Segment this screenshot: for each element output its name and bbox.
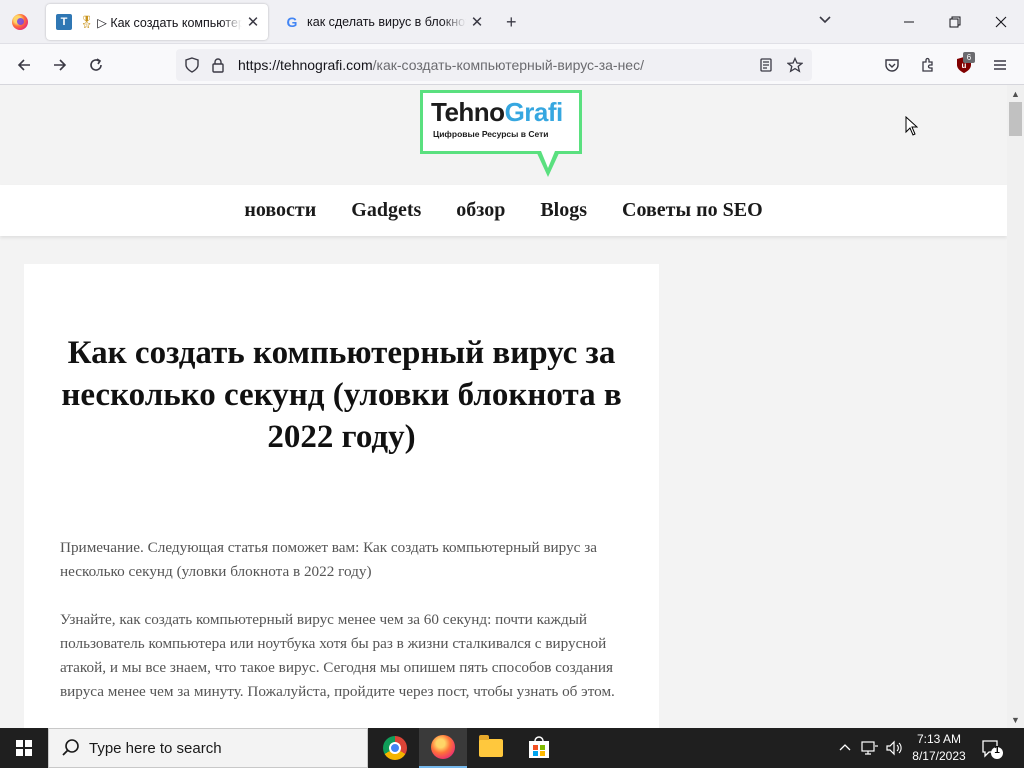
close-tab-icon[interactable]: ✕ <box>242 13 264 31</box>
nav-link-blogs[interactable]: Blogs <box>540 199 587 222</box>
firefox-view-button[interactable] <box>6 9 34 35</box>
taskbar-app-chrome[interactable] <box>371 728 419 768</box>
taskbar-app-firefox[interactable] <box>419 728 467 768</box>
tehnografi-favicon-icon: T <box>56 14 72 30</box>
page-scrollbar[interactable]: ▲ ▼ <box>1007 85 1024 728</box>
close-tab-icon[interactable]: ✕ <box>466 13 488 31</box>
network-tray-button[interactable] <box>861 728 879 768</box>
tab-strip: T 🎖 ▷ Как создать компьютерный вирус ✕ G… <box>0 0 1024 44</box>
lock-icon[interactable] <box>208 55 228 75</box>
url-host: https://tehnografi.com <box>238 57 373 73</box>
windows-logo-icon <box>16 740 32 756</box>
mouse-cursor-icon <box>905 116 918 136</box>
url-text[interactable]: https://tehnografi.com/как-создать-компь… <box>238 57 644 73</box>
taskbar: Type here to search 7:13 AM 8/17/2023 1 <box>0 728 1024 768</box>
taskbar-app-store[interactable] <box>515 728 563 768</box>
nav-link-news[interactable]: новости <box>244 199 316 222</box>
speaker-icon <box>886 740 902 756</box>
taskbar-app-file-explorer[interactable] <box>467 728 515 768</box>
clock-time: 7:13 AM <box>916 732 962 746</box>
tab-title: как сделать вирус в блокноте <box>307 15 466 29</box>
page-content: TehnoGrafi Цифровые Ресурсы в Сети новос… <box>0 85 1007 728</box>
logo-part2: Grafi <box>504 97 564 127</box>
forward-button[interactable] <box>46 51 74 79</box>
back-button[interactable] <box>10 51 38 79</box>
tab-title: ▷ Как создать компьютерный вирус <box>97 15 242 30</box>
tab-inactive[interactable]: G как сделать вирус в блокноте ✕ <box>274 4 492 40</box>
article-paragraph: Узнайте, как создать компьютерный вирус … <box>60 611 615 700</box>
site-header: TehnoGrafi Цифровые Ресурсы в Сети <box>0 85 1007 185</box>
forward-arrow-icon <box>54 59 67 71</box>
logo-text: TehnoGrafi <box>431 97 563 128</box>
network-icon <box>861 741 878 755</box>
hamburger-menu-icon <box>994 60 1006 70</box>
article-card: Как создать компьютерный вирус за нескол… <box>24 264 659 728</box>
bookmark-star-icon[interactable] <box>785 55 805 75</box>
extension-badge: 6 <box>963 52 975 63</box>
pocket-button[interactable] <box>878 51 906 79</box>
new-tab-button[interactable]: + <box>506 10 517 34</box>
logo-speech-tail-inner <box>541 151 555 168</box>
navigation-toolbar: https://tehnografi.com/как-создать-компь… <box>0 44 1024 85</box>
firefox-icon <box>12 14 28 30</box>
chrome-icon <box>383 736 407 760</box>
close-window-button[interactable] <box>978 0 1024 44</box>
tracking-protection-shield-icon[interactable] <box>182 55 202 75</box>
back-arrow-icon <box>17 59 30 71</box>
action-center-button[interactable]: 1 <box>978 736 1008 762</box>
minimize-button[interactable] <box>886 0 932 44</box>
url-path: /как-создать-компьютерный-вирус-за-нес/ <box>372 57 644 73</box>
volume-tray-button[interactable] <box>885 728 903 768</box>
file-explorer-icon <box>479 735 503 757</box>
taskbar-clock[interactable]: 7:13 AM 8/17/2023 <box>906 731 972 765</box>
clock-date: 8/17/2023 <box>912 749 966 763</box>
scroll-up-arrow-icon[interactable]: ▲ <box>1007 85 1024 102</box>
logo-tagline: Цифровые Ресурсы в Сети <box>433 129 549 139</box>
scroll-thumb[interactable] <box>1009 102 1022 136</box>
google-favicon-icon: G <box>286 14 298 30</box>
search-icon <box>62 739 79 756</box>
store-icon <box>529 736 549 758</box>
site-navigation: новости Gadgets обзор Blogs Советы по SE… <box>0 185 1007 236</box>
taskbar-search-box[interactable]: Type here to search <box>48 728 368 768</box>
search-placeholder: Type here to search <box>89 740 222 757</box>
reader-view-icon[interactable] <box>756 55 776 75</box>
notification-count: 1 <box>994 745 1000 756</box>
url-bar[interactable]: https://tehnografi.com/как-создать-компь… <box>176 49 812 81</box>
start-button[interactable] <box>0 728 48 768</box>
show-hidden-icons-button[interactable] <box>838 728 852 768</box>
reload-button[interactable] <box>82 51 110 79</box>
restore-button[interactable] <box>932 0 978 44</box>
pocket-icon <box>885 59 899 72</box>
nav-link-gadgets[interactable]: Gadgets <box>351 199 421 222</box>
site-logo[interactable]: TehnoGrafi Цифровые Ресурсы в Сети <box>420 90 582 154</box>
tab-active[interactable]: T 🎖 ▷ Как создать компьютерный вирус ✕ <box>46 4 268 40</box>
logo-part1: Tehno <box>431 97 505 127</box>
nav-link-review[interactable]: обзор <box>456 199 505 222</box>
chevron-up-icon <box>839 744 851 751</box>
list-all-tabs-icon[interactable] <box>818 8 832 32</box>
nav-link-seo-tips[interactable]: Советы по SEO <box>622 199 763 222</box>
scroll-down-arrow-icon[interactable]: ▼ <box>1007 711 1024 728</box>
firefox-icon <box>431 735 455 759</box>
reload-icon <box>90 58 102 71</box>
extensions-button[interactable] <box>914 51 942 79</box>
medal-icon: 🎖 <box>79 15 95 29</box>
article-title: Как создать компьютерный вирус за нескол… <box>61 335 622 455</box>
article-paragraph: Примечание. Следующая статья поможет вам… <box>60 539 597 580</box>
puzzle-icon <box>922 57 933 72</box>
app-menu-button[interactable] <box>986 51 1014 79</box>
